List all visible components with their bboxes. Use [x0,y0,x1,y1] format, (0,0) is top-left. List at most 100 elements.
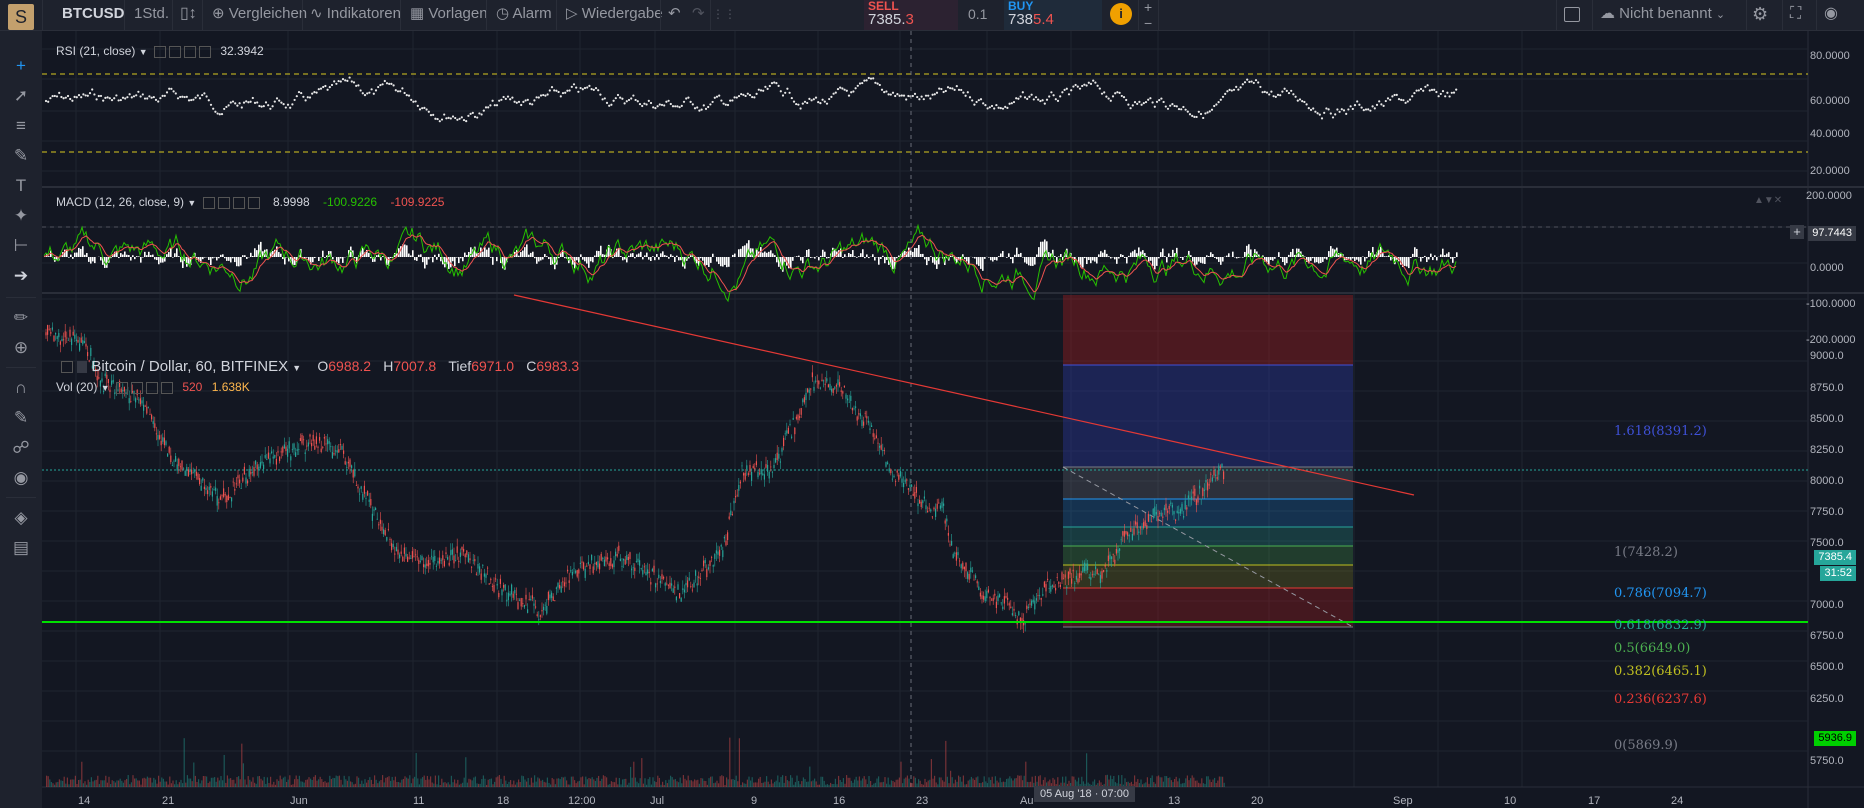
add-alert-icon[interactable]: + [1790,225,1804,239]
pattern-icon[interactable]: ✦ [10,205,32,227]
rsi-label[interactable]: RSI (21, close) [56,44,135,58]
main-title[interactable]: Bitcoin / Dollar, 60, BITFINEX [91,358,288,375]
candle-body [850,395,852,401]
indicators-button[interactable]: ∿ Indikatoren [310,0,401,30]
eye-icon[interactable] [115,381,128,394]
eye-icon[interactable] [202,196,215,209]
candle-body [672,588,674,593]
volume-bar [391,776,393,787]
expand-icon[interactable]: ⛶ [1790,0,1801,30]
macd-label[interactable]: MACD (12, 26, close, 9) [56,195,184,209]
gear-icon[interactable] [130,381,143,394]
volume-label[interactable]: Vol (20) [56,380,97,394]
replay-button[interactable]: ▷ Wiedergabe [566,0,663,30]
volume-bar [404,776,406,787]
candle-body [720,545,722,547]
volume-bar [548,782,550,787]
candle-body [935,508,937,517]
cloud-layout-button[interactable]: ☁ Nicht benannt ⌄ [1600,0,1725,30]
macd-histogram-bar [1026,257,1028,264]
macd-histogram-bar [1152,257,1154,267]
collapse-icon[interactable] [61,361,73,374]
volume-bar [762,782,764,787]
fib-level-label: 1(7428.2) [1614,545,1678,560]
crosshair-icon[interactable]: + [10,55,32,77]
lock-icon[interactable]: ☍ [10,437,32,459]
rsi-point [319,87,323,90]
plus-icon[interactable] [183,45,196,58]
buy-button[interactable]: BUY 7385.4 [1004,0,1102,30]
undo-icon[interactable]: ↶ [668,0,681,30]
alert-button[interactable]: ◷ Alarm [496,0,552,30]
rsi-point [64,96,67,99]
candle-body [179,466,181,468]
macd-histogram-bar [776,257,778,263]
trendline-icon[interactable]: ➚ [10,85,32,107]
magnet-icon[interactable]: ∩ [10,377,32,399]
close-icon[interactable] [198,45,211,58]
rsi-axis-label: 80.0000 [1810,50,1850,62]
volume-bar [753,782,755,787]
candle-body [87,352,89,357]
rsi-point [181,95,184,98]
gear-icon[interactable] [168,45,181,58]
sell-button[interactable]: SELL 7385.3 [864,0,958,30]
gear-icon[interactable]: ⚙ [1752,0,1768,30]
zoom-in-icon[interactable]: ⊕ [10,337,32,359]
rsi-point [1098,87,1101,90]
candle-body [683,589,685,593]
ruler-icon[interactable]: ✏ [10,307,32,329]
volume-bar [290,784,292,787]
candle-body [144,405,146,407]
redo-icon[interactable]: ↷ [692,0,705,30]
symbol-flag-icon [77,361,88,374]
layers-icon[interactable]: ◈ [10,507,32,529]
fib-icon[interactable]: ⊢ [10,235,32,257]
candle-body [408,557,410,559]
plus-icon[interactable] [232,196,245,209]
volume-bar [633,761,635,787]
candle-body [808,389,810,393]
templates-button[interactable]: ▦ Vorlagen [410,0,488,30]
divider [172,0,173,30]
text-icon[interactable]: T [10,175,32,197]
plus-icon[interactable] [145,381,158,394]
chart-type-icon[interactable]: ▯↕ [180,0,197,30]
volume-bar [729,737,731,787]
chart-canvas[interactable] [42,31,1864,808]
candle-body [67,339,69,341]
interval-button[interactable]: 1Std. [134,0,169,30]
macd-histogram-bar [670,254,672,257]
arrow-left-icon[interactable]: ➔ [10,265,32,287]
eye-icon[interactable]: ◉ [10,467,32,489]
drag-handle-icon[interactable]: ⋮⋮ [712,0,736,30]
compare-button[interactable]: ⊕ Vergleichen [212,0,307,30]
channel-icon[interactable]: ≡ [10,115,32,137]
pencil-lock-icon[interactable]: ✎ [10,407,32,429]
close-icon[interactable] [160,381,173,394]
candle-body [1114,559,1116,564]
volume-bar [146,776,148,787]
volume-bar [764,781,766,787]
close-icon[interactable] [247,196,260,209]
fullscreen-rect-icon[interactable] [1564,7,1580,22]
volume-bar [218,780,220,787]
volume-bar [846,775,848,787]
rsi-point [918,98,921,101]
pane-controls-icon[interactable]: ▲▼✕ [1754,195,1782,206]
macd-histogram-bar [454,257,456,267]
logo-icon[interactable]: S [8,4,34,30]
volume-bar [751,777,753,787]
rsi-point [588,84,591,87]
volume-bar [1223,782,1225,787]
symbol-search[interactable]: BTCUSD [62,0,125,30]
trash-icon[interactable]: ▤ [10,537,32,559]
info-icon[interactable]: i [1110,3,1132,25]
candle-body [395,546,397,552]
brush-icon[interactable]: ✎ [10,145,32,167]
gear-icon[interactable] [217,196,230,209]
volume-bar [239,779,241,787]
camera-icon[interactable]: ◉ [1824,0,1838,30]
volume-bar [180,779,182,787]
eye-icon[interactable] [153,45,166,58]
